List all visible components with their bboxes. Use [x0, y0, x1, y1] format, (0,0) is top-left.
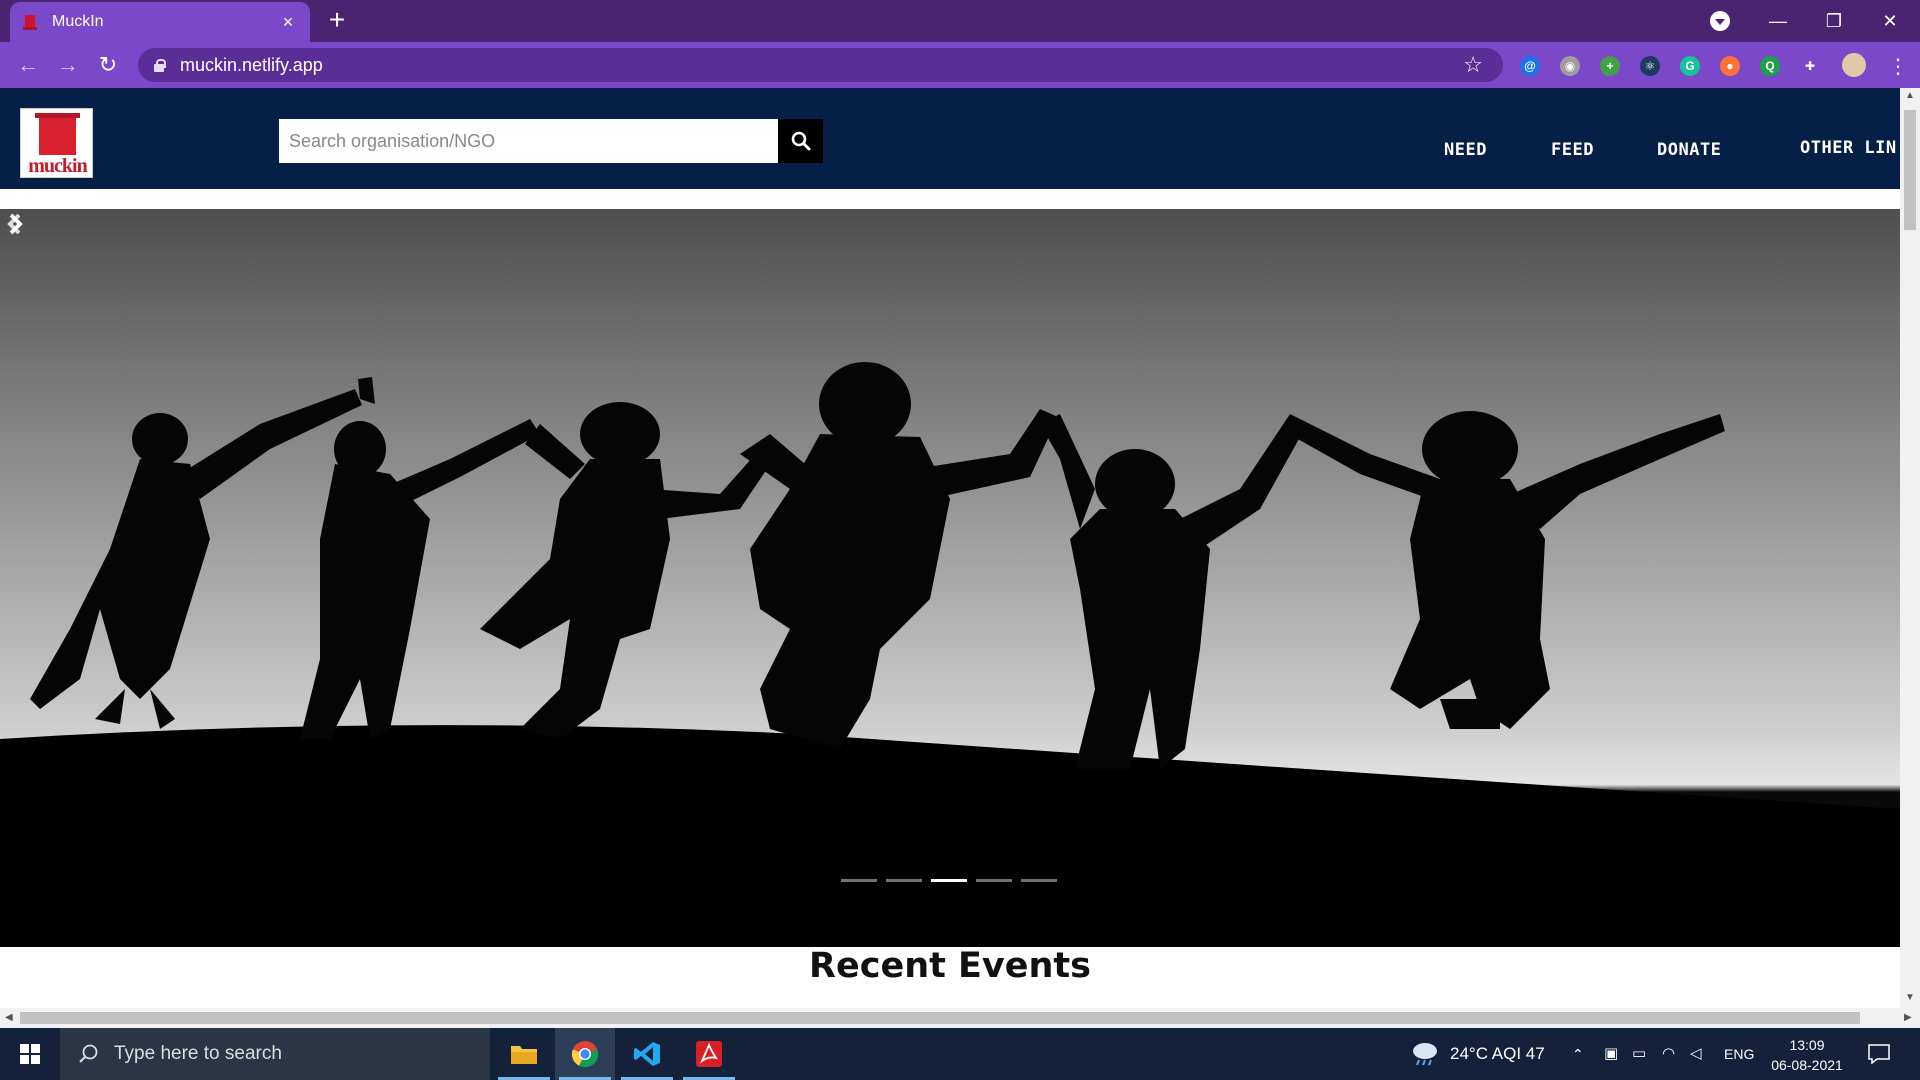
browser-menu-icon[interactable]: ⋮ — [1888, 54, 1908, 79]
weather-text[interactable]: 24°C AQI 47 — [1450, 1044, 1545, 1064]
site-header: muckin NEED FEED DONATE OTHER LIN — [0, 88, 1900, 189]
search-input[interactable] — [279, 119, 778, 163]
vscode-app[interactable] — [617, 1028, 677, 1080]
puzzle-icon[interactable]: ✚ — [1800, 56, 1820, 76]
language-indicator[interactable]: ENG — [1724, 1046, 1754, 1062]
favicon-icon — [22, 14, 38, 30]
scroll-up-icon[interactable]: ▲ — [1905, 90, 1915, 101]
logo-banner-icon — [35, 113, 80, 155]
web-page: muckin NEED FEED DONATE OTHER LIN — [0, 88, 1900, 1008]
profile-avatar[interactable] — [1842, 53, 1866, 77]
acrobat-icon — [696, 1041, 722, 1067]
acrobat-app[interactable] — [679, 1028, 739, 1080]
battery-icon[interactable]: ▭ — [1632, 1044, 1646, 1062]
a-icon[interactable]: @ — [1520, 56, 1540, 76]
folder-icon — [511, 1046, 537, 1064]
hero-carousel — [0, 209, 1900, 947]
carousel-next-icon[interactable] — [0, 209, 30, 239]
new-tab-button[interactable]: + — [322, 6, 352, 36]
browser-toolbar: ← → ↻ muckin.netlify.app ☆ @ ◉ + ⚛ G ● Q ✚ ⋮ — [0, 42, 1920, 88]
react-icon[interactable]: ⚛ — [1640, 56, 1660, 76]
carousel-indicator[interactable] — [1021, 879, 1057, 882]
browser-tab[interactable]: MuckIn × — [10, 2, 310, 42]
grammarly-icon[interactable]: G — [1680, 56, 1700, 76]
search-icon — [79, 1044, 98, 1063]
vertical-scrollbar[interactable]: ▲ ▼ — [1900, 88, 1920, 1008]
carousel-indicator[interactable] — [841, 879, 877, 882]
scroll-down-icon[interactable]: ▼ — [1905, 992, 1915, 1003]
children-silhouette-image — [0, 362, 1900, 947]
logo-text: muckin — [28, 155, 87, 177]
chrome-app[interactable] — [555, 1028, 615, 1080]
volume-icon[interactable]: ◁ — [1690, 1044, 1702, 1062]
vscode-icon — [634, 1042, 660, 1066]
file-explorer-app[interactable] — [494, 1028, 554, 1080]
scroll-right-icon[interactable]: ▶ — [1904, 1012, 1912, 1023]
camera-icon[interactable]: ◉ — [1560, 56, 1580, 76]
nav-other-links[interactable]: OTHER LIN — [1800, 138, 1897, 158]
reload-icon[interactable]: ↻ — [94, 51, 122, 79]
minimize-button[interactable]: — — [1750, 0, 1806, 42]
carousel-indicator[interactable] — [886, 879, 922, 882]
taskbar-search-placeholder: Type here to search — [114, 1043, 282, 1064]
bookmark-star-icon[interactable]: ☆ — [1463, 52, 1483, 78]
lock-icon — [154, 58, 166, 72]
windows-logo-icon — [20, 1044, 40, 1064]
chevron-up-icon[interactable]: ⌃ — [1572, 1046, 1584, 1063]
scroll-left-icon[interactable]: ◀ — [5, 1012, 13, 1023]
tab-search-icon[interactable] — [1710, 11, 1730, 31]
section-title-recent-events: Recent Events — [809, 946, 1091, 986]
nav-feed[interactable]: FEED — [1551, 140, 1594, 160]
carousel-indicator[interactable] — [931, 879, 967, 882]
close-window-button[interactable]: ✕ — [1862, 0, 1918, 42]
clock-time: 13:09 — [1789, 1037, 1825, 1053]
forward-icon[interactable]: → — [54, 51, 82, 79]
q-icon[interactable]: Q — [1760, 56, 1780, 76]
plus-extension-icon[interactable]: + — [1600, 56, 1620, 76]
tab-title: MuckIn — [52, 13, 104, 30]
weather-rain-icon[interactable] — [1410, 1041, 1440, 1067]
address-bar[interactable]: muckin.netlify.app ☆ — [138, 48, 1503, 82]
search-icon — [791, 131, 810, 151]
browser-tabstrip: MuckIn × + — ❐ ✕ — [0, 0, 1920, 42]
meet-now-icon[interactable]: ▣ — [1604, 1044, 1618, 1062]
windows-taskbar: Type here to search 24°C AQI 47 ⌃ ▣ ▭ ◠ … — [0, 1028, 1920, 1080]
taskbar-search-box[interactable]: Type here to search — [60, 1028, 490, 1080]
search-button[interactable] — [778, 119, 823, 163]
start-button[interactable] — [0, 1028, 60, 1080]
notification-icon[interactable] — [1868, 1044, 1890, 1064]
nav-donate[interactable]: DONATE — [1657, 140, 1721, 160]
site-logo[interactable]: muckin — [20, 108, 93, 178]
chrome-icon — [571, 1041, 599, 1068]
carousel-indicator[interactable] — [976, 879, 1012, 882]
back-icon[interactable]: ← — [14, 51, 42, 79]
carousel-indicators — [841, 879, 1057, 882]
wifi-icon[interactable]: ◠ — [1662, 1044, 1675, 1062]
url-text: muckin.netlify.app — [180, 54, 323, 75]
nav-need[interactable]: NEED — [1444, 140, 1487, 160]
firefox-relay-icon[interactable]: ● — [1720, 56, 1740, 76]
horizontal-scroll-thumb[interactable] — [20, 1012, 1860, 1024]
clock-date: 06-08-2021 — [1771, 1057, 1843, 1073]
system-clock[interactable]: 13:09 06-08-2021 — [1762, 1035, 1852, 1075]
vertical-scroll-thumb[interactable] — [1904, 110, 1916, 230]
tab-close-icon[interactable]: × — [278, 12, 298, 32]
horizontal-scrollbar[interactable]: ◀ ▶ — [0, 1008, 1920, 1028]
restore-button[interactable]: ❐ — [1806, 0, 1862, 42]
